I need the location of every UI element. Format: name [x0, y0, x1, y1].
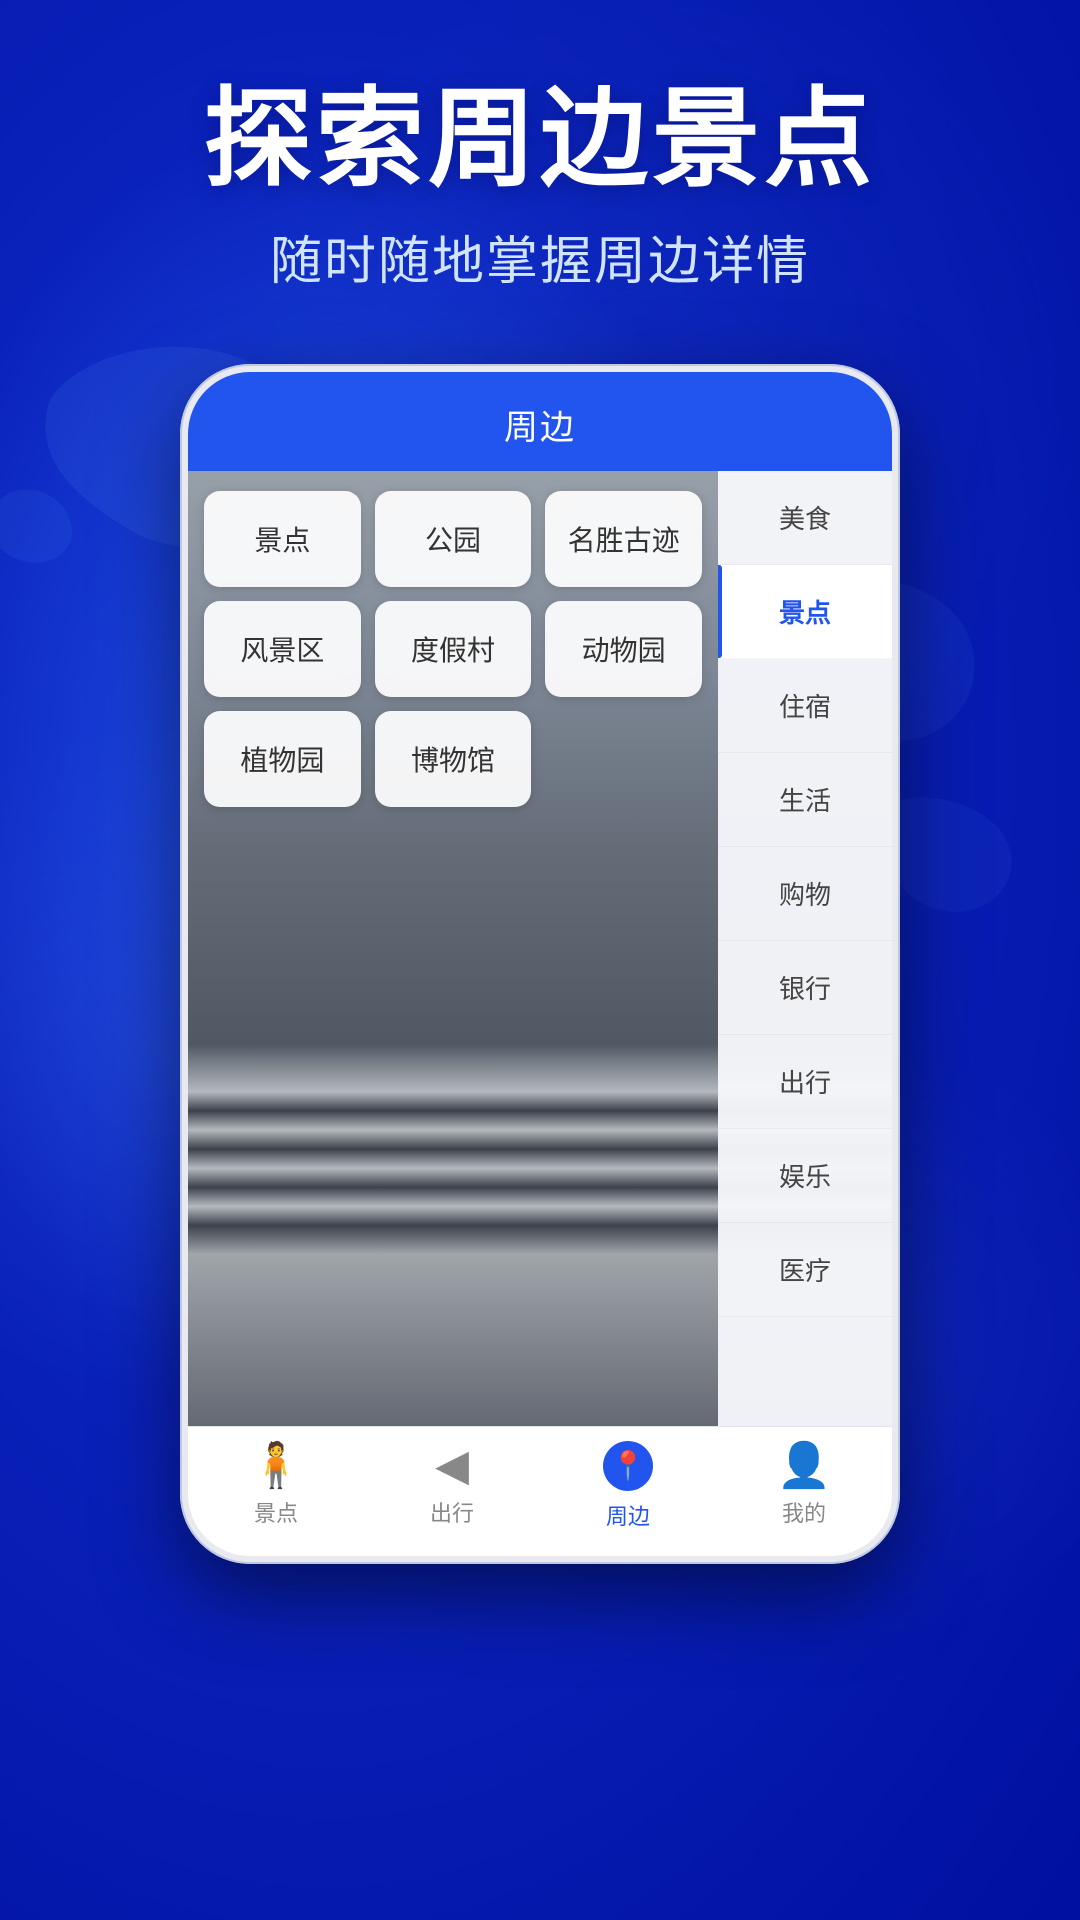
app-content: 景点 公园 名胜古迹 风景区 度假村 动物园 植物园 博物馆 美食: [188, 471, 892, 1426]
phone-screen: 周边 景点 公园 名胜古迹 风景区 度假村 动物园 植物园 博物馆: [188, 372, 892, 1556]
tab-chuxing[interactable]: ◀ 出行: [364, 1444, 540, 1538]
tab-wode[interactable]: 👤 我的: [716, 1444, 892, 1538]
category-fengjingqu[interactable]: 风景区: [204, 601, 361, 697]
tab-jingdian-label: 景点: [254, 1496, 298, 1528]
tab-zhoubian-label: 周边: [606, 1499, 650, 1531]
category-zhiwuyuan[interactable]: 植物园: [204, 711, 361, 807]
category-jingdian[interactable]: 景点: [204, 491, 361, 587]
category-gongyuan[interactable]: 公园: [375, 491, 532, 587]
sidebar-shenghuo[interactable]: 生活: [718, 753, 892, 847]
right-sidebar: 美食 景点 住宿 生活 购物 银行 出行 娱乐 医疗: [718, 471, 892, 1426]
tab-jingdian-icon: 🧍: [249, 1444, 304, 1488]
category-grid: 景点 公园 名胜古迹 风景区 度假村 动物园 植物园 博物馆: [204, 491, 702, 807]
category-bowuguan[interactable]: 博物馆: [375, 711, 532, 807]
sidebar-yiliao[interactable]: 医疗: [718, 1223, 892, 1317]
sidebar-meishi[interactable]: 美食: [718, 471, 892, 565]
tab-chuxing-icon: ◀: [435, 1444, 469, 1488]
sidebar-zhushu[interactable]: 住宿: [718, 659, 892, 753]
app-header: 周边: [188, 372, 892, 471]
tab-zhoubian[interactable]: 📍 周边: [540, 1441, 716, 1541]
category-dujiacun[interactable]: 度假村: [375, 601, 532, 697]
sidebar-jingdian[interactable]: 景点: [718, 565, 892, 659]
sub-title: 随时随地掌握周边详情: [60, 219, 1020, 294]
sidebar-chuxing[interactable]: 出行: [718, 1035, 892, 1129]
tab-wode-icon: 👤: [777, 1444, 832, 1488]
category-dongwuyuan[interactable]: 动物园: [545, 601, 702, 697]
app-header-title: 周边: [188, 400, 892, 449]
tab-jingdian[interactable]: 🧍 景点: [188, 1444, 364, 1538]
phone-container: 周边 景点 公园 名胜古迹 风景区 度假村 动物园 植物园 博物馆: [0, 364, 1080, 1564]
main-title: 探索周边景点: [60, 80, 1020, 199]
header-section: 探索周边景点 随时随地掌握周边详情: [0, 0, 1080, 334]
category-main: 景点 公园 名胜古迹 风景区 度假村 动物园 植物园 博物馆: [188, 471, 718, 1426]
phone-mockup: 周边 景点 公园 名胜古迹 风景区 度假村 动物园 植物园 博物馆: [180, 364, 900, 1564]
category-mingsheng[interactable]: 名胜古迹: [545, 491, 702, 587]
tab-chuxing-label: 出行: [430, 1496, 474, 1528]
sidebar-yule[interactable]: 娱乐: [718, 1129, 892, 1223]
sidebar-gouwu[interactable]: 购物: [718, 847, 892, 941]
tab-wode-label: 我的: [782, 1496, 826, 1528]
sidebar-yinhang[interactable]: 银行: [718, 941, 892, 1035]
tab-bar: 🧍 景点 ◀ 出行 📍 周边 👤 我的: [188, 1426, 892, 1556]
tab-zhoubian-icon: 📍: [603, 1441, 653, 1491]
active-indicator: [718, 565, 722, 658]
